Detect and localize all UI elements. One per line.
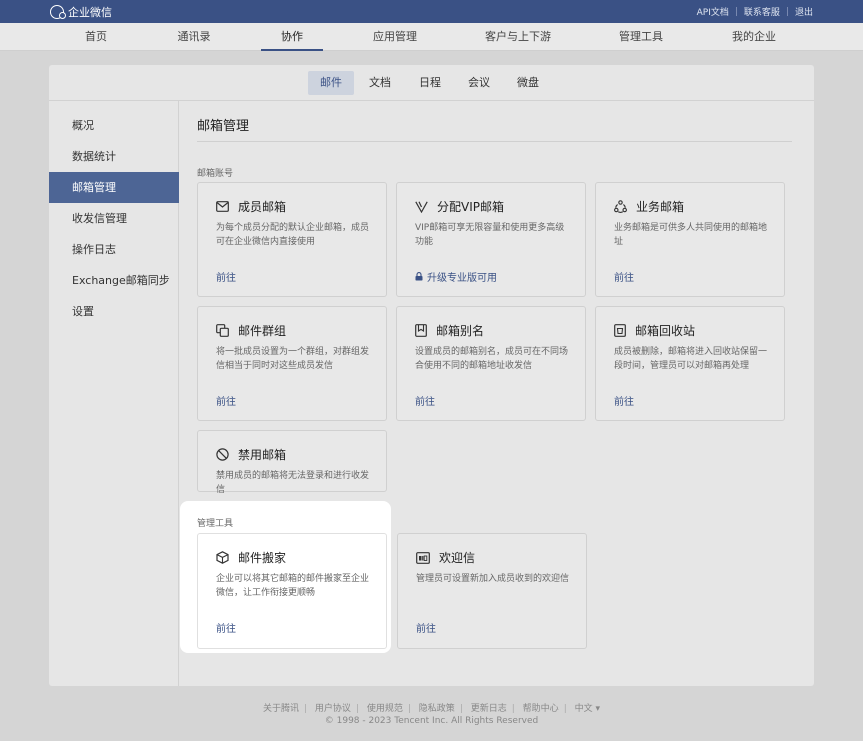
- tile-mail-group: 邮件群组 将一批成员设置为一个群组，对群组发信相当于同时对这些成员发信 前往: [197, 306, 387, 421]
- main-nav: 首页 通讯录 协作 应用管理 客户与上下游 管理工具 我的企业: [0, 23, 863, 51]
- tile-go-link[interactable]: 前往: [614, 393, 634, 408]
- upgrade-link[interactable]: 升级专业版可用: [415, 269, 497, 284]
- sub-tabs: 邮件 文档 日程 会议 微盘: [49, 65, 814, 101]
- nav-my-enterprise[interactable]: 我的企业: [732, 23, 776, 51]
- alias-icon: [415, 324, 427, 337]
- tile-title: 邮箱别名: [436, 324, 485, 338]
- section-label-accounts: 邮箱账号: [197, 169, 234, 179]
- tile-mail-migration: 邮件搬家 企业可以将其它邮箱的邮件搬家至企业微信，让工作衔接更顺畅 前往: [197, 533, 387, 649]
- separator: |: [407, 704, 411, 714]
- sidebar-item-send-receive[interactable]: 收发信管理: [49, 203, 179, 234]
- tile-title: 欢迎信: [439, 551, 476, 565]
- sidebar-item-overview[interactable]: 概况: [49, 110, 179, 141]
- tile-business-mailbox: 业务邮箱 业务邮箱是可供多人共同使用的邮箱地址 前往: [595, 182, 785, 297]
- tile-desc: VIP邮箱可享无限容量和使用更多高级功能: [415, 223, 565, 247]
- logout-link[interactable]: 退出: [795, 5, 813, 18]
- separator: |: [355, 704, 359, 714]
- tile-desc: 将一批成员设置为一个群组，对群组发信相当于同时对这些成员发信: [216, 347, 370, 371]
- footer-link-changelog[interactable]: 更新日志: [471, 704, 507, 714]
- tile-desc: 管理员可设置新加入成员收到的欢迎信: [416, 574, 570, 584]
- sidebar: 概况 数据统计 邮箱管理 收发信管理 操作日志 Exchange邮箱同步 设置: [49, 101, 179, 686]
- tile-desc: 禁用成员的邮箱将无法登录和进行收发信: [216, 471, 370, 495]
- nav-customers[interactable]: 客户与上下游: [485, 23, 551, 51]
- copyright: © 1998 - 2023 Tencent Inc. All Rights Re…: [324, 716, 539, 726]
- tile-welcome-letter: 欢迎信 管理员可设置新加入成员收到的欢迎信 前往: [397, 533, 587, 649]
- divider: [197, 141, 792, 142]
- top-links: API文档 | 联系客服 | 退出: [697, 5, 813, 19]
- tile-vip-mailbox: 分配VIP邮箱 VIP邮箱可享无限容量和使用更多高级功能 升级专业版可用: [396, 182, 586, 297]
- tile-title: 业务邮箱: [636, 200, 685, 214]
- nav-collaboration[interactable]: 协作: [261, 23, 323, 51]
- page-title: 邮箱管理: [197, 119, 250, 134]
- tile-go-link[interactable]: 前往: [416, 620, 436, 635]
- tile-title: 禁用邮箱: [238, 448, 287, 462]
- tab-mail[interactable]: 邮件: [308, 71, 354, 95]
- separator: |: [304, 704, 308, 714]
- ban-icon: [216, 448, 229, 461]
- tile-go-link[interactable]: 前往: [216, 269, 236, 284]
- tile-go-link[interactable]: 前往: [415, 393, 435, 408]
- tile-desc: 企业可以将其它邮箱的邮件搬家至企业微信，让工作衔接更顺畅: [216, 574, 370, 598]
- separator: |: [511, 704, 515, 714]
- nav-contacts[interactable]: 通讯录: [178, 23, 211, 51]
- tile-member-mailbox: 成员邮箱 为每个成员分配的默认企业邮箱，成员可在企业微信内直接使用 前往: [197, 182, 387, 297]
- tile-title: 邮件搬家: [238, 551, 287, 565]
- recycle-icon: [614, 324, 626, 337]
- tile-desc: 成员被删除，邮箱将进入回收站保留一段时间，管理员可以对邮箱再处理: [614, 347, 768, 371]
- tile-go-link[interactable]: 前往: [216, 620, 236, 635]
- nav-home[interactable]: 首页: [85, 23, 107, 51]
- vip-icon: [415, 201, 428, 213]
- tile-desc: 设置成员的邮箱别名，成员可在不同场合使用不同的邮箱地址收发信: [415, 347, 569, 371]
- tab-meeting[interactable]: 会议: [456, 71, 502, 95]
- footer-link-privacy[interactable]: 隐私政策: [419, 704, 455, 714]
- tile-go-link[interactable]: 前往: [614, 269, 634, 284]
- nav-admin-tools[interactable]: 管理工具: [619, 23, 663, 51]
- nav-app-management[interactable]: 应用管理: [373, 23, 417, 51]
- tab-drive[interactable]: 微盘: [505, 71, 551, 95]
- separator: |: [785, 6, 789, 17]
- upgrade-label: 升级专业版可用: [427, 273, 497, 284]
- business-icon: [614, 200, 627, 213]
- tile-mail-recycle-bin: 邮箱回收站 成员被删除，邮箱将进入回收站保留一段时间，管理员可以对邮箱再处理 前…: [595, 306, 785, 421]
- tile-title: 邮件群组: [238, 324, 287, 338]
- sidebar-item-exchange-sync[interactable]: Exchange邮箱同步: [49, 265, 179, 296]
- box-icon: [216, 551, 229, 564]
- api-docs-link[interactable]: API文档: [697, 5, 729, 18]
- brand[interactable]: 企业微信: [50, 4, 112, 20]
- tile-disable-mailbox: 禁用邮箱 禁用成员的邮箱将无法登录和进行收发信: [197, 430, 387, 495]
- lock-icon: [415, 272, 423, 281]
- tile-go-link[interactable]: 前往: [216, 393, 236, 408]
- tile-mail-alias: 邮箱别名 设置成员的邮箱别名，成员可在不同场合使用不同的邮箱地址收发信 前往: [396, 306, 586, 421]
- tile-title: 成员邮箱: [238, 200, 287, 214]
- tile-desc: 为每个成员分配的默认企业邮箱，成员可在企业微信内直接使用: [216, 223, 370, 247]
- tile-desc: 业务邮箱是可供多人共同使用的邮箱地址: [614, 223, 768, 247]
- footer-link-rules[interactable]: 使用规范: [367, 704, 403, 714]
- section-label-tools: 管理工具: [197, 519, 234, 529]
- sidebar-item-settings[interactable]: 设置: [49, 296, 179, 327]
- footer-links: 关于腾讯 | 用户协议 | 使用规范 | 隐私政策 | 更新日志 | 帮助中心 | 中文 ▾: [0, 701, 863, 714]
- sidebar-item-statistics[interactable]: 数据统计: [49, 141, 179, 172]
- footer-link-agreement[interactable]: 用户协议: [315, 704, 351, 714]
- tab-docs[interactable]: 文档: [357, 71, 403, 95]
- sidebar-item-mailbox-management[interactable]: 邮箱管理: [49, 172, 179, 203]
- separator: |: [734, 6, 738, 17]
- footer-link-about[interactable]: 关于腾讯: [263, 704, 299, 714]
- top-bar: 企业微信 API文档 | 联系客服 | 退出: [0, 0, 863, 23]
- sidebar-item-operation-log[interactable]: 操作日志: [49, 234, 179, 265]
- tab-calendar[interactable]: 日程: [407, 71, 453, 95]
- tile-title: 分配VIP邮箱: [437, 200, 504, 214]
- footer-link-help[interactable]: 帮助中心: [523, 704, 559, 714]
- separator: |: [563, 704, 567, 714]
- brand-name: 企业微信: [68, 5, 112, 19]
- welcome-icon: [416, 551, 430, 564]
- contact-support-link[interactable]: 联系客服: [744, 5, 780, 18]
- tile-title: 邮箱回收站: [635, 324, 696, 338]
- wecom-logo-icon: [50, 4, 66, 19]
- group-icon: [216, 324, 229, 337]
- mail-icon: [216, 201, 229, 212]
- language-selector[interactable]: 中文 ▾: [575, 704, 600, 714]
- separator: |: [459, 704, 463, 714]
